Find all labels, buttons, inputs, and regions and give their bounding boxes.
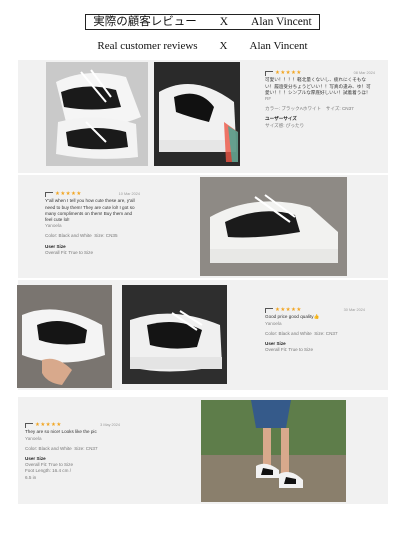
review-card-3: ★★★★★ 30 Mar 2024 Good price good qualit… <box>265 307 365 353</box>
sneaker-hand-image <box>17 285 112 388</box>
color-label: Color: Black and White <box>265 330 312 336</box>
review-date: 08 Mar 2024 <box>353 71 375 76</box>
star-rating: ★★★★★ <box>55 191 82 197</box>
reviewer-avatar-icon <box>265 71 273 77</box>
review-card-2: ★★★★★ 10 Mar 2024 Y'all when I tell you … <box>45 191 140 256</box>
fit-line: Overall Fit: True to Size <box>265 347 313 353</box>
sneaker-outdoor-image <box>201 400 346 502</box>
size-label: Size: CN37 <box>314 330 338 336</box>
header-en: Real customer reviews X Alan Vincent <box>97 40 308 52</box>
sneaker-pair-image <box>46 62 148 166</box>
sneaker-photo-pair-top <box>46 62 148 166</box>
size-label: Size: CN37 <box>74 445 98 451</box>
review-meta: ★★★★★ 3 May 2024 <box>25 422 120 429</box>
foot-length-line-2: 6.5 in <box>25 474 37 480</box>
star-rating: ★★★★★ <box>35 422 62 428</box>
review-card-4: ★★★★★ 3 May 2024 They are so nice! Looks… <box>25 422 120 481</box>
size-label: Size: CN35 <box>94 233 118 239</box>
review-meta: ★★★★★ 10 Mar 2024 <box>45 191 140 198</box>
sneaker-photo-close-up <box>122 285 227 384</box>
review-date: 30 Mar 2024 <box>343 308 365 313</box>
sneaker-photo-side-view <box>154 62 240 166</box>
color-label: Color: Black and White <box>25 445 72 451</box>
reviewer-avatar-icon <box>25 423 33 429</box>
review-card-1: ★★★★★ 08 Mar 2024 可愛い！！！！軽北量くないし、疲れにくそもな… <box>265 70 375 129</box>
reviewer-avatar-icon <box>45 192 53 198</box>
reviewer-avatar-icon <box>265 308 273 314</box>
sneaker-photo-hand-held <box>17 285 112 388</box>
sneaker-photo-product-gray <box>200 177 347 276</box>
sneaker-side-image <box>154 62 240 166</box>
fit-line: サイズ感: ぴったり <box>265 122 305 128</box>
review-date: 10 Mar 2024 <box>118 192 140 197</box>
header-jp: 実際の顧客レビュー X Alan Vincent <box>0 13 405 30</box>
fit-line: Overall Fit: True to Size <box>45 249 93 255</box>
sneaker-product-image <box>200 177 347 276</box>
sneaker-closeup-image <box>122 285 227 384</box>
review-text: Y'all when I tell you how cute these are… <box>45 198 135 222</box>
header-title-jp: 実際の顧客レビュー X Alan Vincent <box>85 14 320 30</box>
color-label: Color: Black and White <box>45 233 92 239</box>
review-date: 3 May 2024 <box>100 423 120 428</box>
review-text: 可愛い！！！！軽北量くないし、疲れにくそもない！履過受分ちょうどいい！！写真の逢… <box>265 77 371 95</box>
sneaker-photo-worn-outdoor <box>201 400 346 502</box>
